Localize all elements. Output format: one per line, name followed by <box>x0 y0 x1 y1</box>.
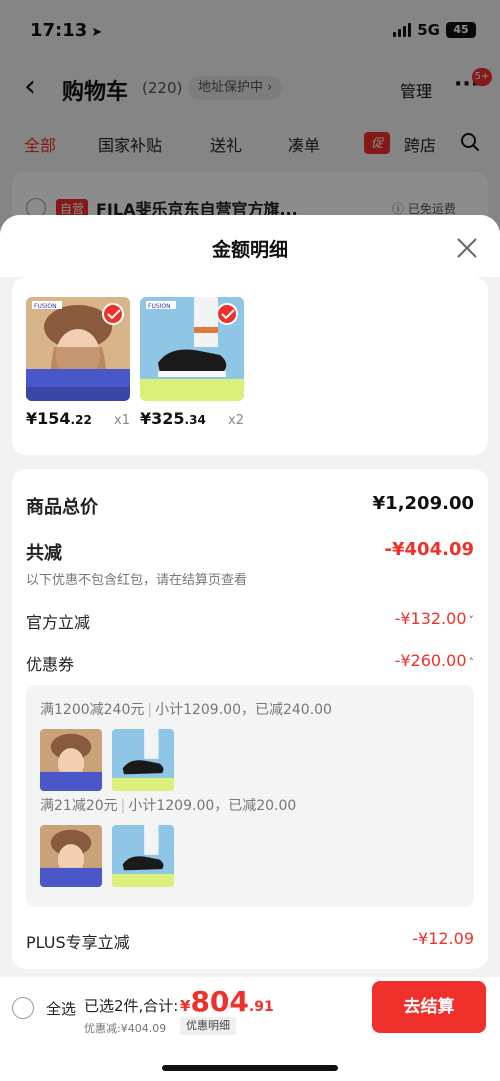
product-thumbnail-sneaker: FUSION <box>140 297 244 401</box>
official-discount-label: 官方立减 <box>26 613 91 632</box>
selected-check-icon <box>216 303 238 325</box>
discount-detail-button[interactable]: 优惠明细 <box>180 1017 236 1035</box>
coupon-product-thumbnail-sneaker <box>112 729 174 791</box>
discount-note: 优惠减:¥404.09 <box>84 1022 167 1035</box>
reduce-value: -¥404.09 <box>384 539 474 560</box>
coupon-line: 满1200减240元 | 小计1209.00，已减240.00 <box>40 702 332 718</box>
pay-amount: ¥804.91 <box>180 985 274 1018</box>
total-value: ¥1,209.00 <box>372 493 474 514</box>
close-icon[interactable] <box>456 237 478 259</box>
sheet-header: 金额明细 <box>0 215 500 277</box>
svg-text:FUSION: FUSION <box>34 303 57 310</box>
reduce-note: 以下优惠不包含红包，请在结算页查看 <box>26 573 248 588</box>
plus-discount-value: -¥12.09 <box>412 929 474 948</box>
amount-detail-sheet: 金额明细 FUSION ¥154.22 x1 FUSION ¥325.34 x2… <box>0 215 500 1081</box>
select-all-checkbox[interactable] <box>12 997 34 1019</box>
reduce-label: 共减 <box>26 543 62 564</box>
coupon-label: 优惠券 <box>26 655 75 674</box>
selected-items-card: FUSION ¥154.22 x1 FUSION ¥325.34 x2 <box>12 277 488 455</box>
item-quantity: x2 <box>228 413 244 428</box>
item-price: ¥154.22 <box>26 409 92 428</box>
product-thumbnail-girl: FUSION <box>26 297 130 401</box>
coupon-details: 满1200减240元 | 小计1209.00，已减240.00 满21减20元 | 小计… <box>26 685 474 907</box>
checkout-bar: 全选 已选2件,合计: ¥804.91 优惠减:¥404.09 优惠明细 去结算 <box>0 977 500 1081</box>
coupon-product-thumbnail-girl <box>40 825 102 887</box>
item-quantity: x1 <box>114 413 130 428</box>
total-label: 商品总价 <box>26 497 98 518</box>
coupon-line: 满21减20元 | 小计1209.00，已减20.00 <box>40 798 297 814</box>
svg-text:FUSION: FUSION <box>148 303 171 310</box>
price-breakdown-card: 商品总价 ¥1,209.00 共减 -¥404.09 以下优惠不包含红包，请在结… <box>12 469 488 969</box>
coupon-row[interactable]: -¥260.00 ˄ <box>395 651 474 670</box>
sheet-title: 金额明细 <box>211 239 288 261</box>
selected-check-icon <box>102 303 124 325</box>
checkout-button[interactable]: 去结算 <box>372 981 486 1033</box>
select-all-label[interactable]: 全选 <box>46 998 76 1019</box>
official-discount-row[interactable]: -¥132.00 ˅ <box>395 609 474 628</box>
chevron-up-icon: ˄ <box>468 656 475 669</box>
coupon-product-thumbnail-sneaker <box>112 825 174 887</box>
plus-discount-label: PLUS专享立减 <box>26 933 130 952</box>
item-price: ¥325.34 <box>140 409 206 428</box>
home-indicator <box>162 1065 338 1071</box>
coupon-product-thumbnail-girl <box>40 729 102 791</box>
selected-summary: 已选2件,合计: <box>84 997 179 1015</box>
chevron-down-icon: ˅ <box>468 614 475 627</box>
